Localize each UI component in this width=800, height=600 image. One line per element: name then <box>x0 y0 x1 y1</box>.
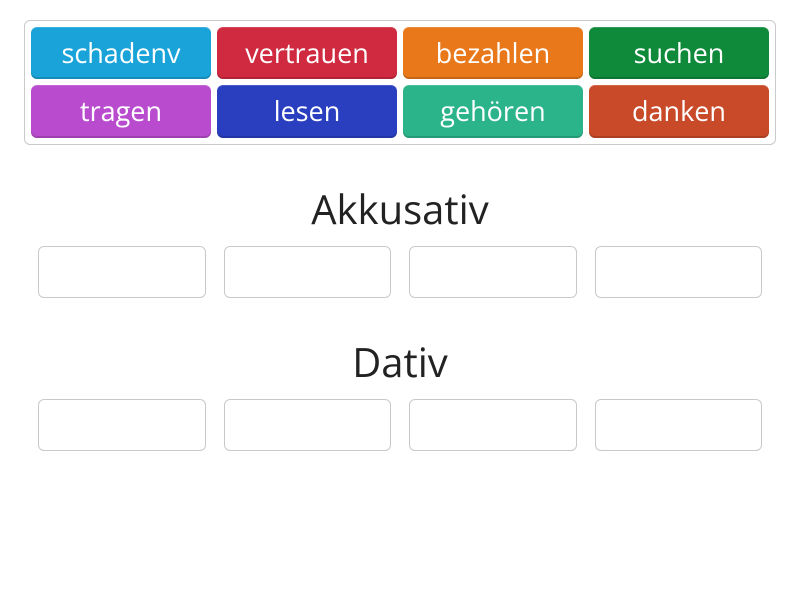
drop-slot[interactable] <box>595 246 763 298</box>
category-group: Dativ <box>24 334 776 451</box>
category-title: Akkusativ <box>24 181 776 236</box>
word-tile[interactable]: bezahlen <box>403 27 583 79</box>
word-tile[interactable]: danken <box>589 85 769 137</box>
drop-slot[interactable] <box>224 246 392 298</box>
word-bank: schadenvvertrauenbezahlensuchen tragenles… <box>24 20 776 145</box>
category-group: Akkusativ <box>24 181 776 298</box>
word-tile[interactable]: vertrauen <box>217 27 397 79</box>
category-title: Dativ <box>24 334 776 389</box>
word-tile[interactable]: gehören <box>403 85 583 137</box>
drop-slot[interactable] <box>38 399 206 451</box>
word-tile[interactable]: tragen <box>31 85 211 137</box>
drop-row <box>24 399 776 451</box>
word-tile[interactable]: schadenv <box>31 27 211 79</box>
drop-slot[interactable] <box>595 399 763 451</box>
drop-slot[interactable] <box>38 246 206 298</box>
drop-slot[interactable] <box>224 399 392 451</box>
drop-slot[interactable] <box>409 246 577 298</box>
word-tile[interactable]: lesen <box>217 85 397 137</box>
word-tile[interactable]: suchen <box>589 27 769 79</box>
drop-row <box>24 246 776 298</box>
drop-slot[interactable] <box>409 399 577 451</box>
